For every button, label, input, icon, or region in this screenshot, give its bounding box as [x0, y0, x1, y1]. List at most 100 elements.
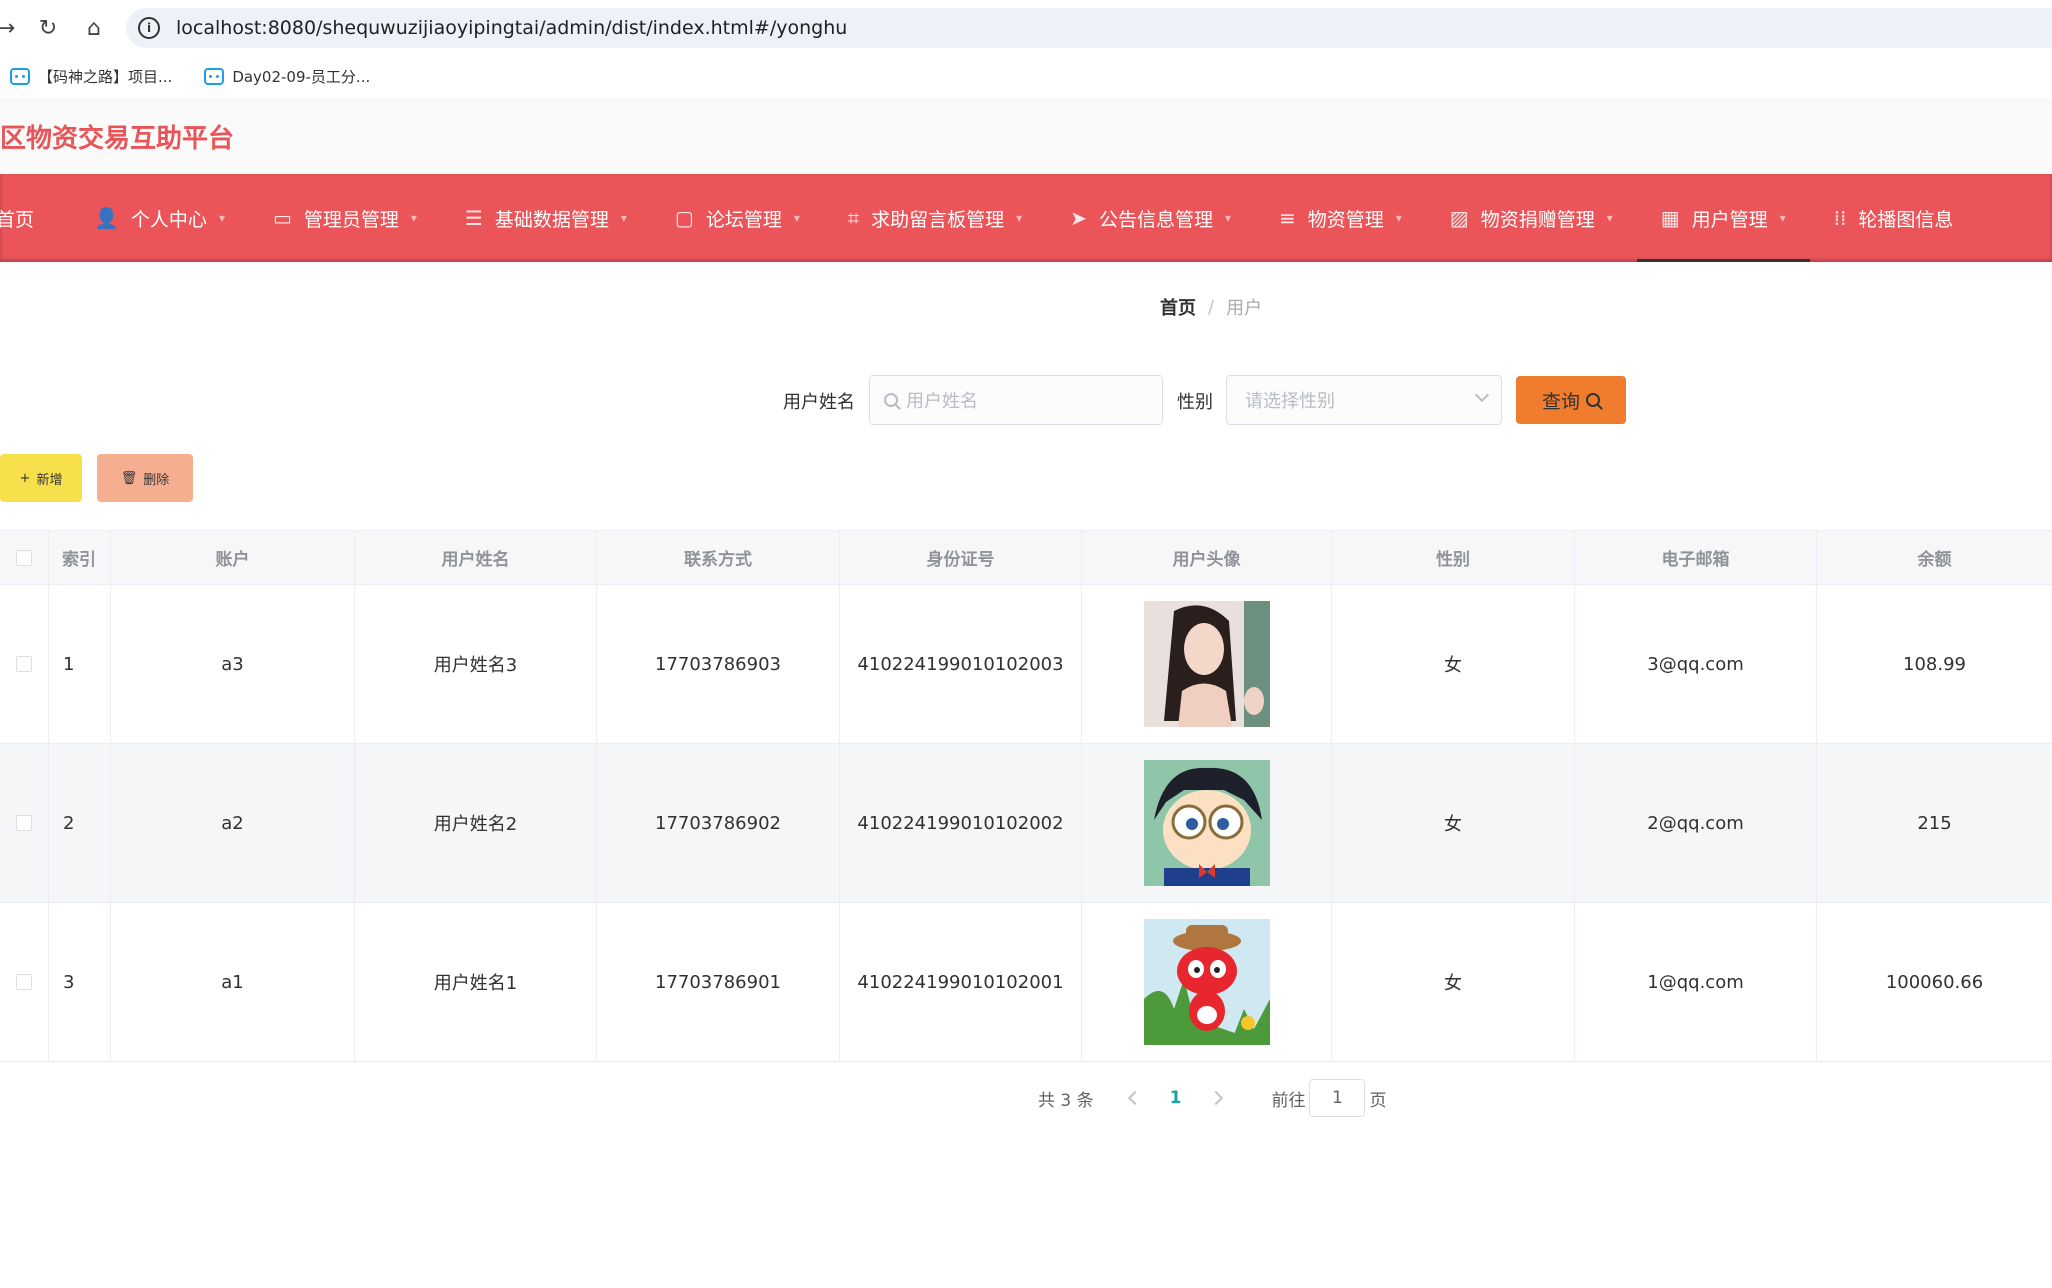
avatar-cartoon-red-cat[interactable] — [1143, 919, 1270, 1045]
gender-label: 性别 — [1177, 392, 1213, 413]
menu-item-donation[interactable]: ▨ 物资捐赠管理 ▾ — [1426, 174, 1637, 262]
cell-email: 1@qq.com — [1575, 903, 1817, 1061]
sliders-icon: ☰ — [464, 206, 483, 230]
name-label: 用户姓名 — [783, 392, 855, 413]
avatar-woman-portrait[interactable] — [1143, 601, 1270, 727]
chevron-down-icon: ▾ — [620, 211, 627, 225]
cell-name: 用户姓名2 — [355, 744, 597, 902]
header-cell[interactable]: 账户 — [111, 531, 355, 584]
crop-icon: ⌗ — [847, 206, 860, 230]
table-row[interactable]: 3 a1 用户姓名1 17703786901 41022419901010200… — [0, 903, 2052, 1062]
app-header: 区物资交易互助平台 — [0, 98, 2052, 174]
header-select-cell — [0, 531, 49, 584]
header-cell[interactable]: 索引 — [49, 531, 111, 584]
cell-phone: 17703786903 — [597, 585, 840, 743]
page-number-current[interactable]: 1 — [1170, 1088, 1182, 1108]
name-search-input[interactable]: 用户姓名 — [869, 375, 1163, 425]
reload-icon[interactable]: ↻ — [34, 14, 62, 42]
menu-item-help-board[interactable]: ⌗ 求助留言板管理 ▾ — [824, 174, 1046, 262]
cell-account: a3 — [111, 585, 355, 743]
row-checkbox[interactable] — [16, 974, 32, 990]
cell-avatar — [1082, 903, 1332, 1061]
breadcrumb-home[interactable]: 首页 — [1160, 294, 1196, 320]
add-label: 新增 — [36, 472, 63, 488]
chevron-down-icon: ▾ — [410, 211, 417, 225]
cell-account: a2 — [111, 744, 355, 902]
menu-item-carousel[interactable]: ⁞⁞ 轮播图信息 — [1810, 174, 1978, 262]
query-button[interactable]: 查询 — [1516, 376, 1626, 424]
send-icon: ➤ — [1070, 206, 1087, 230]
pagination: 共 3 条 1 前往 1 页 — [1038, 1078, 1386, 1118]
chevron-down-icon — [1474, 387, 1490, 403]
bookmark-item[interactable]: Day02-09-员工分... — [204, 66, 370, 87]
cell-balance: 108.99 — [1903, 653, 1966, 675]
menu-item-home[interactable]: 首页 — [0, 174, 70, 262]
avatar-cartoon-boy-glasses[interactable] — [1143, 760, 1270, 886]
apps-icon: ⁞⁞ — [1833, 206, 1847, 230]
select-all-checkbox[interactable] — [16, 549, 32, 566]
header-cell[interactable]: 身份证号 — [840, 531, 1082, 584]
add-button[interactable]: + 新增 — [0, 454, 82, 502]
header-cell[interactable]: 电子邮箱 — [1575, 531, 1817, 584]
menu-label: 物资管理 — [1307, 208, 1384, 231]
menu-label: 公告信息管理 — [1098, 208, 1213, 231]
header-cell[interactable]: 性别 — [1332, 531, 1575, 584]
menu-label: 首页 — [0, 208, 35, 231]
chevron-down-icon: ▾ — [1016, 211, 1023, 225]
address-bar[interactable]: i localhost:8080/shequwuzijiaoyipingtai/… — [126, 8, 2052, 48]
cell-balance: 100060.66 — [1885, 971, 1984, 993]
bookmark-label: 【码神之路】项目... — [38, 67, 173, 86]
monitor-icon: ▭ — [272, 206, 292, 230]
prev-page-icon[interactable] — [1127, 1090, 1142, 1106]
delete-button[interactable]: 🗑 删除 — [97, 454, 193, 502]
url-text[interactable]: localhost:8080/shequwuzijiaoyipingtai/ad… — [176, 17, 847, 39]
menu-label: 用户管理 — [1691, 208, 1768, 231]
bookmark-label: Day02-09-员工分... — [232, 67, 371, 86]
cell-id-card: 410224199010102002 — [840, 744, 1082, 902]
header-cell[interactable]: 用户头像 — [1082, 531, 1332, 584]
header-cell[interactable]: 用户姓名 — [355, 531, 597, 584]
app-title: 区物资交易互助平台 — [0, 123, 235, 154]
menu-item-notice[interactable]: ➤ 公告信息管理 ▾ — [1046, 174, 1255, 262]
table-row[interactable]: 2 a2 用户姓名2 17703786902 41022419901010200… — [0, 744, 2052, 903]
chat-icon: ▢ — [674, 206, 694, 230]
bookmark-item[interactable]: 【码神之路】项目... — [10, 66, 172, 87]
menu-label: 管理员管理 — [303, 208, 399, 231]
next-page-icon[interactable] — [1209, 1090, 1224, 1106]
search-icon — [884, 393, 898, 407]
row-checkbox[interactable] — [16, 656, 32, 672]
chevron-down-icon: ▾ — [793, 211, 800, 225]
gender-select[interactable]: 请选择性别 — [1226, 375, 1502, 425]
row-checkbox[interactable] — [16, 815, 32, 831]
menu-item-forum[interactable]: ▢ 论坛管理 ▾ — [651, 174, 824, 262]
breadcrumb-current: 用户 — [1226, 298, 1263, 319]
browser-toolbar: → ↻ ⌂ i localhost:8080/shequwuzijiaoyipi… — [0, 0, 2052, 56]
menu-label: 轮播图信息 — [1858, 208, 1954, 231]
pagination-total: 共 3 条 — [1038, 1090, 1094, 1111]
breadcrumb-separator: / — [1208, 296, 1215, 318]
menu-item-admin[interactable]: ▭ 管理员管理 ▾ — [249, 174, 441, 262]
menu-item-goods[interactable]: ≡ 物资管理 ▾ — [1255, 174, 1426, 262]
cell-avatar — [1082, 744, 1332, 902]
user-table: 索引 账户 用户姓名 联系方式 身份证号 用户头像 性别 电子邮箱 余额 1 a… — [0, 530, 2052, 1062]
cell-email: 3@qq.com — [1575, 585, 1817, 743]
goto-page-input[interactable]: 1 — [1309, 1079, 1366, 1117]
header-cell[interactable]: 联系方式 — [597, 531, 840, 584]
top-menu: 首页 👤 个人中心 ▾ ▭ 管理员管理 ▾ ☰ 基础数据管理 ▾ ▢ 论坛管理 … — [0, 174, 2052, 262]
breadcrumb: 首页 / 用户 — [1160, 294, 1262, 320]
bookmarks-bar: 【码神之路】项目... Day02-09-员工分... — [0, 56, 2052, 96]
home-button-icon[interactable]: ⌂ — [80, 14, 108, 42]
menu-item-users[interactable]: ▦ 用户管理 ▾ — [1636, 174, 1810, 262]
table-row[interactable]: 1 a3 用户姓名3 17703786903 41022419901010200… — [0, 585, 2052, 744]
menu-item-basic-data[interactable]: ☰ 基础数据管理 ▾ — [441, 174, 651, 262]
cell-gender: 女 — [1332, 744, 1575, 902]
cell-avatar — [1082, 585, 1332, 743]
cell-gender: 女 — [1332, 903, 1575, 1061]
menu-item-personal[interactable]: 👤 个人中心 ▾ — [70, 174, 249, 262]
row-select-cell — [0, 744, 49, 902]
gender-placeholder: 请选择性别 — [1245, 391, 1335, 412]
site-info-icon[interactable]: i — [138, 17, 160, 39]
header-cell[interactable]: 余额 — [1817, 531, 2052, 584]
forward-icon[interactable]: → — [0, 14, 20, 42]
bilibili-icon — [204, 67, 225, 85]
